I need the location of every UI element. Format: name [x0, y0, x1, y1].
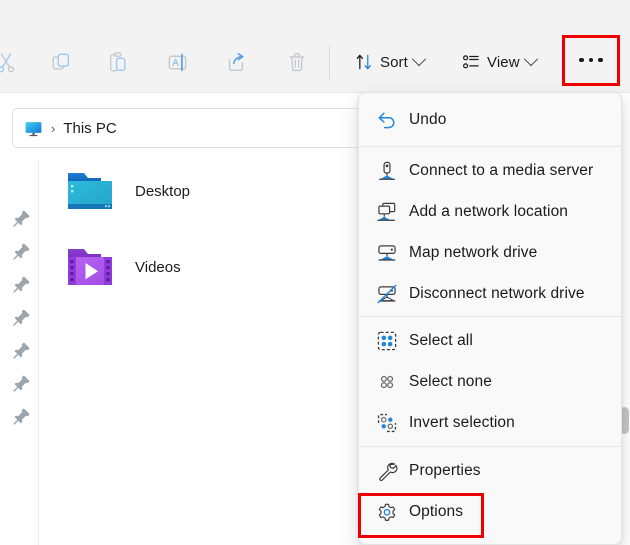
menu-item-map-network-drive[interactable]: Map network drive [365, 234, 617, 272]
menu-item-disconnect-network-drive[interactable]: Disconnect network drive [365, 275, 617, 313]
properties-icon [365, 460, 409, 482]
add-network-location-icon [365, 201, 409, 223]
sort-icon [356, 54, 371, 70]
invert-selection-icon [365, 412, 409, 434]
rename-button[interactable] [157, 43, 197, 81]
menu-item-add-network-location[interactable]: Add a network location [365, 193, 617, 231]
rename-icon [168, 53, 186, 71]
ellipsis-dot [598, 57, 603, 63]
pin-icon[interactable] [12, 406, 32, 426]
menu-item-options[interactable]: Options [365, 493, 617, 531]
sort-button[interactable]: Sort [345, 43, 433, 81]
menu-separator [360, 446, 621, 447]
menu-item-invert-selection[interactable]: Invert selection [365, 404, 617, 442]
menu-item-select-none[interactable]: Select none [365, 363, 617, 401]
options-gear-icon [365, 501, 409, 523]
delete-button[interactable] [277, 43, 317, 81]
menu-item-label: Disconnect network drive [409, 285, 585, 302]
undo-icon [365, 109, 409, 131]
command-bar: Sort View [0, 0, 630, 93]
menu-item-undo[interactable]: Undo [365, 101, 617, 139]
pin-icon[interactable] [12, 208, 32, 228]
paste-icon [109, 52, 126, 72]
menu-item-label: Connect to a media server [409, 162, 594, 179]
list-item[interactable]: Desktop [67, 166, 190, 216]
menu-item-label: Map network drive [409, 244, 538, 261]
file-explorer-window: Sort View › This PC Desktop Videos Undo … [0, 0, 630, 545]
map-network-drive-icon [365, 242, 409, 264]
pin-icon[interactable] [12, 340, 32, 360]
list-item[interactable]: Videos [67, 242, 181, 292]
pin-icon[interactable] [12, 307, 32, 327]
toolbar-divider [329, 45, 330, 79]
overflow-menu: Undo Connect to a media server Add a net… [358, 92, 622, 545]
menu-separator [360, 316, 621, 317]
breadcrumb-separator: › [51, 120, 56, 136]
menu-item-select-all[interactable]: Select all [365, 322, 617, 360]
media-server-icon [365, 160, 409, 182]
share-icon [228, 53, 244, 72]
menu-item-connect-to-media-server[interactable]: Connect to a media server [365, 152, 617, 190]
nav-rail [0, 160, 39, 545]
menu-item-label: Select all [409, 332, 473, 349]
chevron-down-icon [411, 52, 426, 67]
desktop-folder-icon [68, 173, 112, 209]
disconnect-network-drive-icon [365, 283, 409, 305]
pin-icon[interactable] [12, 241, 32, 261]
videos-folder-icon [68, 249, 112, 285]
paste-button[interactable] [98, 43, 138, 81]
menu-item-label: Undo [409, 111, 447, 128]
menu-item-label: Add a network location [409, 203, 569, 220]
chevron-down-icon [523, 52, 538, 67]
menu-item-label: Options [409, 503, 464, 520]
view-button[interactable]: View [452, 43, 545, 81]
menu-item-label: Select none [409, 373, 492, 390]
view-label: View [487, 53, 520, 71]
select-all-icon [365, 330, 409, 352]
select-none-icon [365, 371, 409, 393]
pin-icon[interactable] [12, 373, 32, 393]
list-item-label: Desktop [135, 182, 191, 200]
overflow-button[interactable] [568, 41, 614, 79]
copy-button[interactable] [41, 43, 81, 81]
ellipsis-dot [588, 57, 594, 63]
cut-icon [0, 53, 15, 73]
breadcrumb-this-pc[interactable]: This PC [63, 120, 116, 137]
view-icon [463, 55, 479, 69]
delete-icon [289, 53, 305, 72]
this-pc-icon [25, 121, 42, 136]
menu-separator [360, 146, 621, 147]
menu-item-label: Invert selection [409, 414, 515, 431]
ellipsis-dot [579, 57, 584, 63]
menu-item-label: Properties [409, 462, 481, 479]
share-button[interactable] [216, 43, 256, 81]
address-bar[interactable]: › This PC [12, 108, 366, 148]
list-item-label: Videos [135, 258, 181, 276]
copy-icon [52, 53, 70, 70]
menu-item-properties[interactable]: Properties [365, 452, 617, 490]
cut-button[interactable] [0, 43, 26, 81]
pin-icon[interactable] [12, 274, 32, 294]
sort-label: Sort [380, 53, 408, 71]
